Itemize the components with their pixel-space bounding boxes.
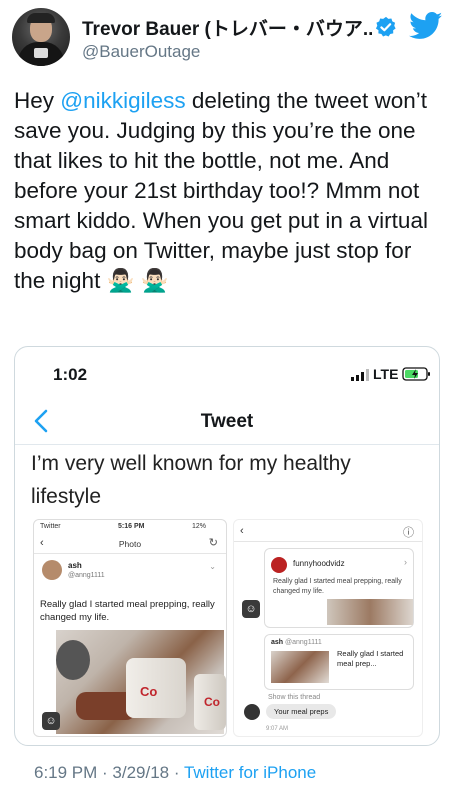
screenshot-left: Twitter 5:16 PM 12% ‹ Photo ↻ ash @anng1… xyxy=(33,519,227,737)
embedded-nav-title: Tweet xyxy=(200,411,254,432)
shot1-body-text: Really glad I started meal prepping, rea… xyxy=(40,599,215,623)
shot2-reply-card: ash @anng1111 Really glad I started meal… xyxy=(264,634,414,690)
shot2-reply-body: Really glad I started meal prep... xyxy=(337,649,404,668)
signal-icon xyxy=(351,369,369,381)
shot2-card-chevron-icon: › xyxy=(404,557,407,567)
emoji: 🙅🏻‍♂️ 🙅🏻‍♂️ xyxy=(106,268,169,293)
shot2-card-photo xyxy=(327,599,413,625)
tweet-text: Hey @nikkigiless deleting the tweet won’… xyxy=(14,86,444,296)
shot2-message-time: 9:07 AM xyxy=(266,726,289,732)
tweet-footer: 6:19 PM · 3/29/18 · Twitter for iPhone xyxy=(34,763,316,783)
shot2-reply-name: ash xyxy=(271,639,284,646)
shot2-reply-photo xyxy=(271,651,329,683)
shot2-quoted-card: funnyhoodvidz › Really glad I started me… xyxy=(264,548,414,628)
shot2-dm-avatar xyxy=(244,704,260,720)
screenshot-right: ‹ ⓘ funnyhoodvidz › Really glad I starte… xyxy=(233,519,423,737)
shot1-status-time: 5:16 PM xyxy=(118,523,145,530)
network-label: LTE xyxy=(373,366,399,382)
author-name[interactable]: Trevor Bauer (トレバー・バウア... xyxy=(82,14,372,41)
shot1-user-name: ash xyxy=(68,561,82,570)
battery-charging-icon xyxy=(402,367,430,381)
mention-link[interactable]: @nikkigiless xyxy=(60,88,185,113)
shot2-card-name: funnyhoodvidz xyxy=(293,559,345,568)
tweet-text-start: Hey xyxy=(14,88,61,113)
source-app-link[interactable]: Twitter for iPhone xyxy=(184,763,316,782)
tweet-header: Trevor Bauer (トレバー・バウア... @BauerOutage xyxy=(12,8,445,70)
shot1-status-left: Twitter xyxy=(40,523,61,530)
shot1-status-bar: Twitter 5:16 PM 12% xyxy=(34,520,226,534)
shot1-can-label: Co xyxy=(140,684,158,699)
verified-badge-icon xyxy=(375,16,396,37)
shot1-bowl xyxy=(56,640,90,680)
shot2-message-bubble: Your meal preps xyxy=(266,704,337,719)
shot1-can-label-2: Co xyxy=(204,695,220,709)
shot2-show-thread: Show this thread xyxy=(268,694,321,701)
twitter-bird-icon[interactable] xyxy=(409,12,443,40)
shot2-nav: ‹ ⓘ xyxy=(234,522,422,542)
shot1-user-handle: @anng1111 xyxy=(68,572,105,579)
shot2-reply-handle: @anng1111 xyxy=(285,639,322,646)
shot2-card-avatar xyxy=(271,557,287,573)
author-avatar[interactable] xyxy=(12,8,70,66)
shot1-status-right: 12% xyxy=(192,523,207,530)
shot2-info-icon: ⓘ xyxy=(403,527,414,539)
author-handle[interactable]: @BauerOutage xyxy=(82,42,200,62)
avatar-cap xyxy=(27,13,55,23)
shot1-user-avatar xyxy=(42,560,62,580)
shot1-nav: ‹ Photo ↻ xyxy=(34,534,226,554)
embedded-tweet-text: I’m very well known for my healthy lifes… xyxy=(31,452,351,508)
shot2-card-text: Really glad I started meal prepping, rea… xyxy=(273,578,402,595)
attached-image[interactable]: 1:02 LTE Tweet I’m very well known for m… xyxy=(14,346,440,746)
shot1-refresh-icon: ↻ xyxy=(208,537,218,549)
avatar-shirt-logo xyxy=(34,48,48,58)
status-time: 1:02 xyxy=(53,365,88,384)
tweet-text-rest: deleting the tweet won’t save you. Judgi… xyxy=(14,88,428,293)
shot1-nav-title: Photo xyxy=(118,539,142,549)
shot1-chevron-down-icon: ⌄ xyxy=(209,562,216,571)
phone-status-bar: 1:02 LTE xyxy=(15,347,439,395)
shot2-reply-header: ash @anng1111 xyxy=(271,639,322,646)
embedded-nav-bar: Tweet xyxy=(15,403,439,445)
shot1-meal-photo: Co Co xyxy=(56,630,226,734)
shot2-smiley-face-icon: ☺ xyxy=(242,600,260,618)
tweet-timestamp[interactable]: 6:19 PM · 3/29/18 · xyxy=(34,763,184,782)
shot2-back-icon: ‹ xyxy=(240,525,244,537)
smiley-face-icon: ☺ xyxy=(42,712,60,730)
